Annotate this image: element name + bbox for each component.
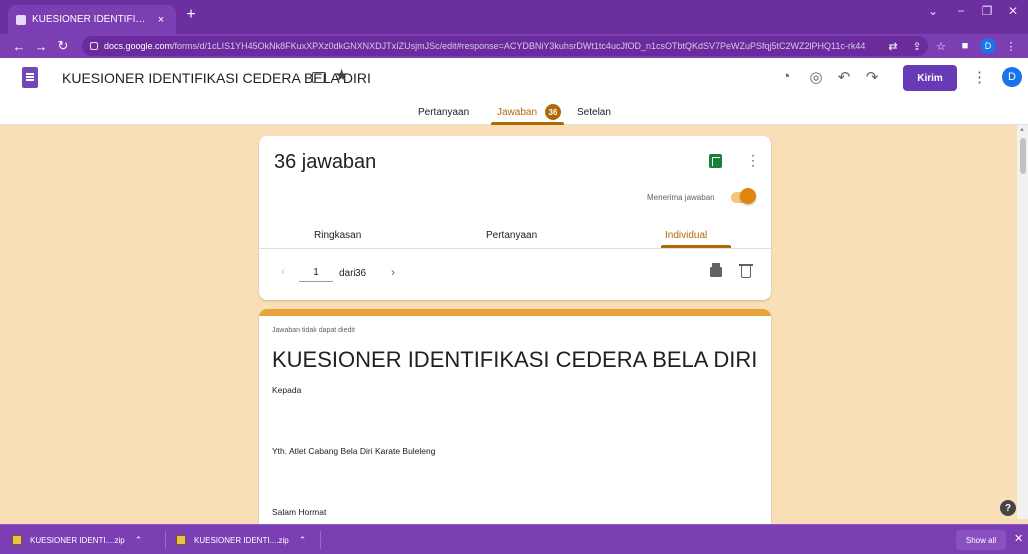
side-panel-icon[interactable]: ■ [956,40,974,52]
description-line: Yth. Atlet Cabang Bela Diri Karate Bulel… [272,446,436,456]
minimize-button[interactable]: − [948,4,974,18]
new-tab-button[interactable]: + [180,6,202,24]
tab-search-chevron-icon[interactable]: ⌄ [920,4,946,18]
send-button[interactable]: Kirim [903,65,957,91]
divider [320,531,321,549]
toggle-knob[interactable] [740,188,756,204]
card-accent-bar [259,309,771,316]
window-close-button[interactable]: ✕ [1000,4,1026,18]
accepting-responses-label: Menerima jawaban [647,193,715,202]
tab-responses[interactable]: Jawaban [497,107,537,118]
lock-icon [90,42,98,50]
palette-icon[interactable]: ◔ [776,68,796,85]
tab-close-icon[interactable]: × [154,14,168,26]
active-tab-indicator [491,122,564,125]
responses-card: 36 jawaban ⋮ Menerima jawaban Ringkasan … [259,136,771,300]
star-icon[interactable]: ★ [334,66,349,86]
scrollbar-thumb[interactable] [1020,138,1026,174]
browser-tab[interactable]: KUESIONER IDENTIFIKASI CEDER × [8,5,176,34]
next-response-icon[interactable]: › [391,265,395,279]
share-icon[interactable]: ⇪ [908,40,926,53]
forms-logo-icon[interactable] [22,67,38,88]
response-form-card: Jawaban tidak dapat diedit KUESIONER IDE… [259,309,771,524]
page-of-label: dari [339,268,356,279]
translate-icon[interactable]: ⇄ [884,40,902,53]
browser-tab-title: KUESIONER IDENTIFIKASI CEDER [32,14,150,25]
tab-questions[interactable]: Pertanyaan [418,107,469,118]
show-all-button[interactable]: Show all [956,530,1006,550]
zip-file-icon [176,535,186,545]
zip-file-icon [12,535,22,545]
download-filename: KUESIONER IDENTI....zip [30,535,125,545]
reload-icon[interactable]: ↻ [52,38,74,54]
divider [165,531,166,549]
previous-response-icon[interactable]: ‹ [281,266,285,278]
form-tabs: Pertanyaan Jawaban 36 Setelan [0,98,1028,125]
form-heading: KUESIONER IDENTIFIKASI CEDERA BELA DIRI [272,347,758,372]
response-page-input[interactable]: 1 [299,267,333,282]
not-editable-note: Jawaban tidak dapat diedit [272,327,355,334]
restore-button[interactable]: ❐ [974,4,1000,18]
forward-arrow-icon[interactable]: → [30,39,52,54]
profile-avatar[interactable]: D [980,38,996,54]
divider [259,248,771,249]
url-path: /forms/d/1cLIS1YH45OkNk8FKuxXPXz0dkGNXNX… [172,41,866,51]
download-item[interactable]: KUESIONER IDENTI....zip ⌃ [12,529,150,551]
download-item[interactable]: KUESIONER IDENTI....zip ⌃ [176,529,314,551]
chevron-up-icon[interactable]: ⌃ [299,535,307,546]
sheets-icon[interactable] [709,154,722,168]
subtab-individual[interactable]: Individual [665,230,707,241]
download-bar-close-icon[interactable]: ✕ [1014,532,1023,545]
preview-eye-icon[interactable]: ◎ [806,68,826,86]
undo-icon[interactable]: ↶ [834,68,854,86]
chrome-menu-icon[interactable]: ⋮ [1002,40,1020,53]
address-bar[interactable]: docs.google.com /forms/d/1cLIS1YH45OkNk8… [82,36,928,56]
subtab-summary[interactable]: Ringkasan [314,230,361,241]
more-options-icon[interactable]: ⋮ [972,68,987,86]
url-host: docs.google.com [104,41,173,51]
response-count-title: 36 jawaban [274,151,377,173]
move-to-folder-icon[interactable] [312,72,326,83]
browser-tab-strip: KUESIONER IDENTIFIKASI CEDER × + ⌄ − ❐ ✕ [0,0,1028,34]
forms-header: KUESIONER IDENTIFIKASI CEDERA BELA DIRI … [0,58,1028,125]
delete-icon[interactable] [739,264,753,278]
download-filename: KUESIONER IDENTI....zip [194,535,289,545]
browser-toolbar: ← → ↻ docs.google.com /forms/d/1cLIS1YH4… [0,34,1028,58]
page-total: 36 [355,268,367,279]
print-icon[interactable] [710,263,722,277]
forms-favicon-icon [16,14,26,25]
bookmark-star-icon[interactable]: ☆ [932,40,950,53]
responses-count-badge: 36 [545,104,561,120]
back-arrow-icon[interactable]: ← [8,39,30,54]
scroll-up-icon[interactable]: ▲ [1019,127,1025,133]
subtab-question[interactable]: Pertanyaan [486,230,537,241]
help-icon[interactable]: ? [1000,500,1016,516]
tab-settings[interactable]: Setelan [577,107,611,118]
description-line: Salam Hormat [272,507,327,517]
user-avatar[interactable]: D [1002,67,1022,87]
chevron-up-icon[interactable]: ⌃ [135,535,143,546]
description-line: Kepada [272,385,302,395]
page-scrollbar[interactable] [1017,125,1028,519]
responses-more-icon[interactable]: ⋮ [746,152,760,169]
download-bar: KUESIONER IDENTI....zip ⌃ KUESIONER IDEN… [0,524,1028,554]
redo-icon[interactable]: ↷ [862,68,882,86]
